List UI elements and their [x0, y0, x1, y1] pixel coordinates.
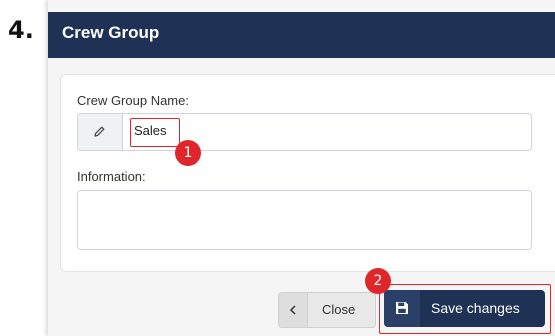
callout-badge-2: 2 [365, 268, 391, 294]
step-number: 4. [8, 16, 34, 44]
chevron-left-icon [289, 305, 296, 315]
input-addon [78, 114, 123, 150]
information-textarea[interactable] [77, 190, 532, 250]
close-button[interactable]: Close [278, 292, 376, 328]
information-label: Information: [77, 169, 146, 184]
callout-highlight-save [379, 284, 551, 334]
callout-badge-1: 1 [175, 140, 201, 166]
crew-group-name-label: Crew Group Name: [77, 93, 189, 108]
dialog-title: Crew Group [62, 23, 160, 42]
callout-highlight-name [130, 118, 180, 147]
close-button-label: Close [322, 302, 356, 317]
close-chevron-area [279, 293, 308, 327]
dialog-header: Crew Group [48, 12, 555, 58]
form-card: Crew Group Name: Sales Information: [60, 74, 555, 272]
pencil-icon [94, 126, 105, 137]
